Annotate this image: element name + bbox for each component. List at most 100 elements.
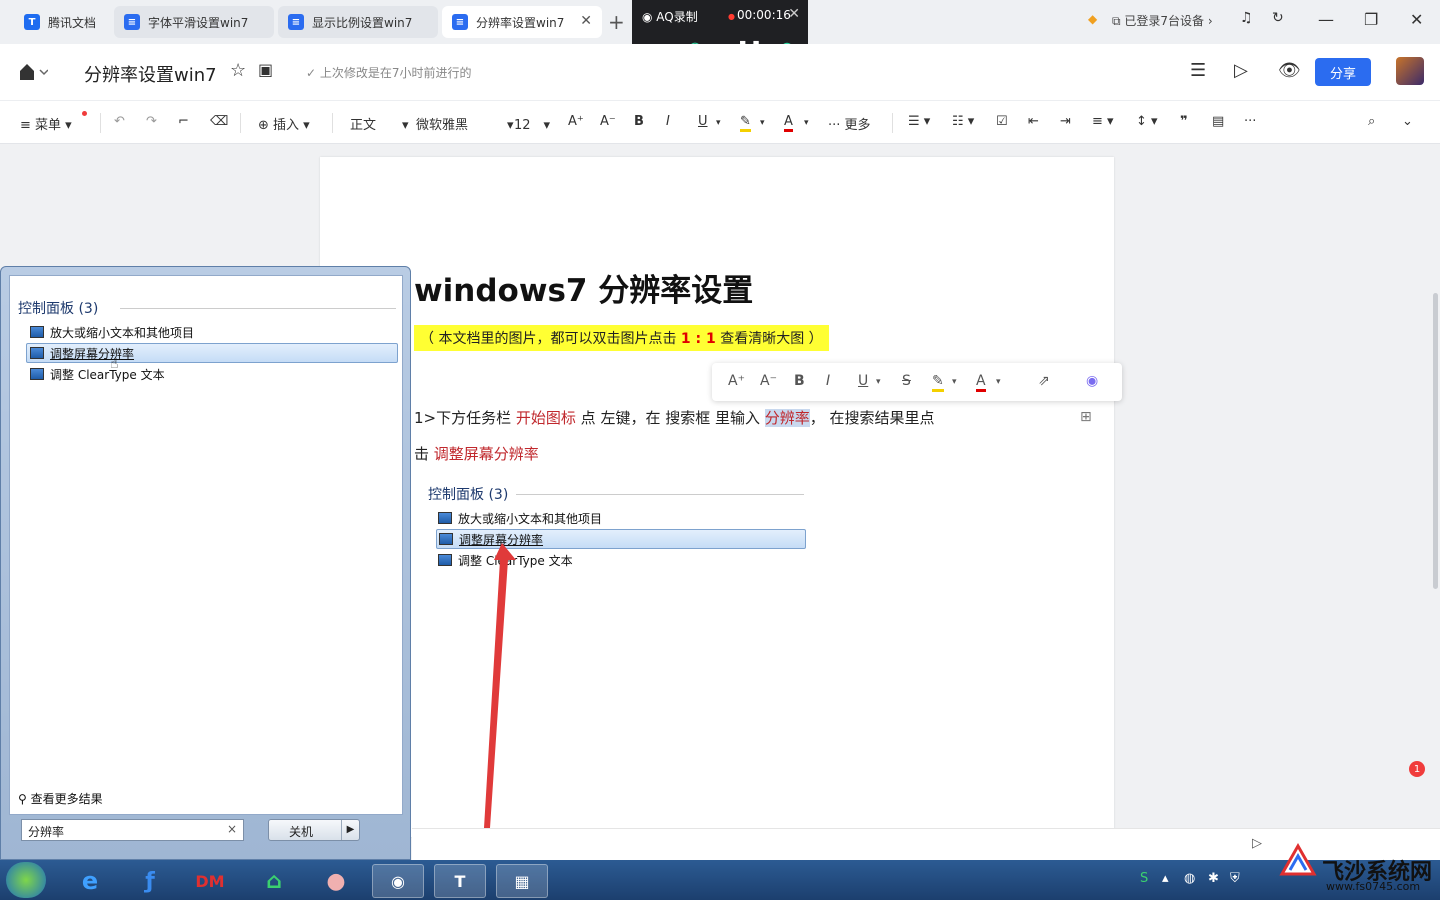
indent-icon[interactable]: ⇥	[1060, 114, 1071, 129]
redo-icon[interactable]: ↷	[146, 114, 157, 129]
result-item[interactable]: 调整 ClearType 文本	[30, 364, 165, 384]
result-item[interactable]: 放大或缩小文本和其他项目	[30, 322, 194, 342]
card-icon[interactable]: ▤	[1212, 114, 1224, 129]
tab-font-smoothing[interactable]: ≡ 字体平滑设置win7	[114, 6, 274, 38]
result-item-selected[interactable]: 调整屏幕分辨率	[26, 343, 398, 363]
chevron-down-icon[interactable]: ▾	[952, 377, 957, 387]
recorder-app-icon[interactable]: ◉	[372, 864, 424, 898]
highlight-icon[interactable]: ✎	[740, 114, 751, 132]
flash-icon[interactable]: ƒ	[124, 864, 176, 898]
font-size-select[interactable]: 12 ▾	[514, 114, 550, 133]
ie-icon[interactable]: e	[64, 864, 116, 898]
pig-app-icon[interactable]: ●	[310, 864, 362, 898]
bluetooth-icon[interactable]: ✱	[1208, 871, 1219, 886]
toolbar-more-icon[interactable]: ···	[1244, 114, 1256, 129]
avatar[interactable]	[1396, 57, 1424, 85]
maximize-button[interactable]: ❐	[1364, 10, 1378, 29]
numbered-list-icon[interactable]: ☷ ▾	[952, 114, 974, 129]
outdent-icon[interactable]: ⇤	[1028, 114, 1039, 129]
paragraph-style-select[interactable]: 正文 ▾	[350, 114, 409, 133]
control-panel-app-icon[interactable]: ▦	[496, 864, 548, 898]
document-title[interactable]: 分辨率设置win7	[84, 61, 217, 87]
more-label: 更多	[844, 118, 871, 133]
font-family-select[interactable]: 微软雅黑 ▾	[416, 114, 514, 133]
chevron-down-icon[interactable]: ▾	[716, 118, 721, 128]
italic-icon[interactable]: I	[826, 373, 830, 389]
more-button[interactable]: ··· 更多	[828, 114, 871, 133]
open-link-icon[interactable]: ⇗	[1038, 373, 1050, 389]
italic-icon[interactable]: I	[666, 114, 670, 129]
menu-button[interactable]: ≡ 菜单 ▾	[20, 114, 72, 133]
sync-icon[interactable]: ↻	[1272, 10, 1284, 26]
vip-icon[interactable]: ◆	[1088, 12, 1097, 26]
search-icon[interactable]: ⌕	[1368, 114, 1375, 129]
highlight-icon[interactable]: ✎	[932, 373, 944, 392]
dm-icon[interactable]: DM	[184, 864, 236, 898]
share-button[interactable]: 分享	[1315, 58, 1371, 86]
devices-link[interactable]: ⧉ 已登录7台设备 ›	[1112, 12, 1213, 29]
bullet-list-icon[interactable]: ☰ ▾	[908, 114, 930, 129]
recorder-close-icon[interactable]: ✕	[788, 6, 800, 22]
star-icon[interactable]: ☆	[230, 60, 246, 81]
scrollbar[interactable]	[1433, 293, 1438, 589]
app-store-icon[interactable]: ⌂	[248, 864, 300, 898]
security-shield-icon[interactable]: ⛨	[1230, 871, 1240, 886]
present-icon[interactable]: ▷	[1234, 60, 1248, 81]
see-more-results-link[interactable]: ⚲ 查看更多结果	[18, 790, 103, 807]
tencent-docs-app-icon[interactable]: T	[434, 864, 486, 898]
font-color-icon[interactable]: A	[784, 114, 793, 132]
format-painter-icon[interactable]: ⌐	[178, 114, 189, 129]
close-window-button[interactable]: ✕	[1410, 10, 1423, 29]
tab-display-scale[interactable]: ≡ 显示比例设置win7	[278, 6, 438, 38]
shutdown-options-icon[interactable]: ▶	[341, 820, 359, 840]
list-item: 放大或缩小文本和其他项目	[438, 508, 602, 528]
checklist-icon[interactable]: ☑	[996, 114, 1008, 129]
collaborator-icon[interactable]: 👁	[1278, 60, 1301, 81]
play-icon[interactable]: ▷	[1252, 836, 1262, 851]
network-icon[interactable]: ◍	[1184, 871, 1195, 886]
shutdown-button[interactable]: 关机 ▶	[268, 819, 360, 841]
minimize-button[interactable]: —	[1318, 10, 1334, 29]
chevron-down-icon[interactable]: ▾	[996, 377, 1001, 387]
sogou-ime-icon[interactable]: S	[1140, 871, 1148, 886]
strikethrough-icon[interactable]: S	[902, 373, 911, 389]
line-spacing-icon[interactable]: ↕ ▾	[1136, 114, 1158, 129]
chevron-down-icon[interactable]: ▾	[804, 118, 809, 128]
tab-tencent-docs[interactable]: T 腾讯文档	[14, 6, 110, 38]
underline-icon[interactable]: U	[858, 373, 868, 389]
step-paragraph-cont[interactable]: 击 调整屏幕分辨率	[414, 443, 539, 464]
font-color-icon[interactable]: A	[976, 373, 986, 392]
tab-resolution[interactable]: ≡ 分辨率设置win7 ✕	[442, 6, 602, 38]
bold-icon[interactable]: B	[634, 114, 644, 129]
underline-icon[interactable]: U	[698, 114, 708, 129]
document-page[interactable]: windows7 分辨率设置 （ 本文档里的图片，都可以双击图片点击 1 : 1…	[320, 157, 1122, 837]
bell-icon[interactable]: ♫	[1240, 10, 1253, 26]
undo-icon[interactable]: ↶	[114, 114, 125, 129]
close-tab-icon[interactable]: ✕	[580, 13, 592, 29]
start-search-input[interactable]: 分辨率 ×	[21, 819, 244, 841]
embedded-screenshot[interactable]: 控制面板 (3) 放大或缩小文本和其他项目 调整屏幕分辨率 调整 ClearTy…	[424, 482, 814, 572]
shrink-font-icon[interactable]: A⁻	[760, 373, 777, 389]
bold-icon[interactable]: B	[794, 373, 805, 389]
tray-expand-icon[interactable]: ▴	[1162, 871, 1169, 886]
insert-button[interactable]: ⊕ 插入 ▾	[258, 114, 310, 133]
align-icon[interactable]: ≡ ▾	[1092, 114, 1114, 129]
collapse-toolbar-icon[interactable]: ⌄	[1402, 114, 1413, 129]
home-icon[interactable]	[18, 62, 49, 86]
floating-format-bar: A⁺ A⁻ B I U ▾ S ✎ ▾ A ▾ ⇗ ◉	[712, 363, 1122, 401]
clear-search-icon[interactable]: ×	[227, 822, 237, 836]
ai-assistant-icon[interactable]: ◉	[1086, 373, 1098, 389]
chevron-down-icon[interactable]: ▾	[876, 377, 881, 387]
shrink-font-icon[interactable]: A⁻	[600, 114, 616, 129]
move-to-folder-icon[interactable]: ▣	[258, 60, 273, 79]
grow-font-icon[interactable]: A⁺	[568, 114, 584, 129]
clear-format-icon[interactable]: ⌫	[210, 114, 228, 129]
start-orb-icon[interactable]	[6, 862, 46, 898]
step-paragraph[interactable]: 1>下方任务栏 开始图标 点 左键，在 搜索框 里输入 分辨率， 在搜索结果里点	[414, 407, 935, 428]
chevron-down-icon[interactable]: ▾	[760, 118, 765, 128]
quote-icon[interactable]: ❞	[1180, 114, 1188, 129]
add-comment-icon[interactable]: ⊞	[1080, 409, 1092, 425]
grow-font-icon[interactable]: A⁺	[728, 373, 745, 389]
outline-menu-icon[interactable]: ☰	[1190, 60, 1206, 81]
new-tab-icon[interactable]: +	[608, 10, 625, 34]
